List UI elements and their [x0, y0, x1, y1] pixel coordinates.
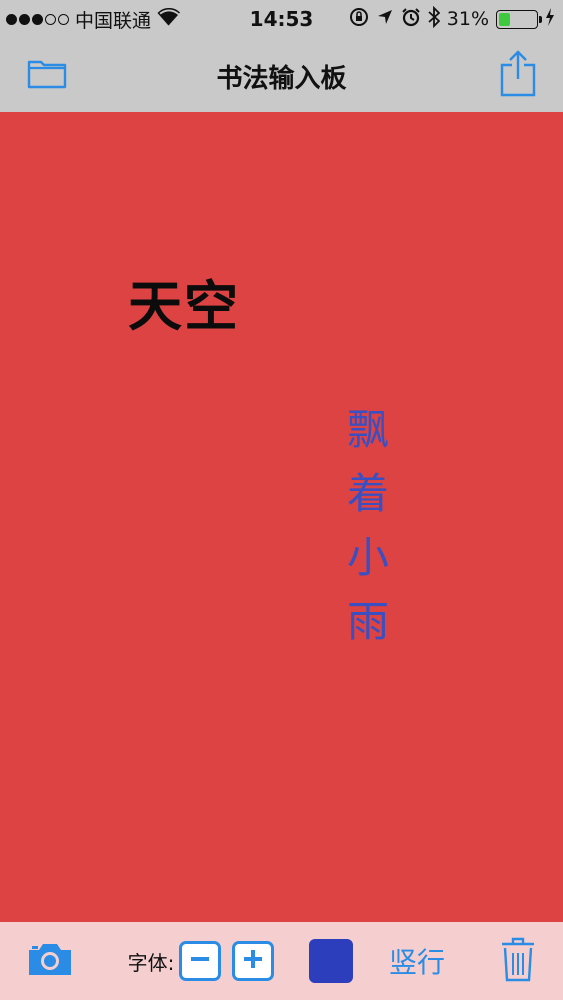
bottom-toolbar: 字体: 竖行: [0, 922, 563, 1000]
decrease-font-button[interactable]: [178, 922, 222, 1000]
horizontal-calligraphy-text[interactable]: 天空: [128, 262, 240, 341]
delete-button[interactable]: [494, 922, 542, 1000]
increase-font-frame: [232, 941, 274, 981]
orientation-button[interactable]: 竖行: [384, 922, 450, 1000]
font-size-label-text: 字体:: [127, 950, 175, 975]
font-size-label: 字体:: [124, 922, 178, 1000]
camera-button[interactable]: [22, 922, 78, 1000]
share-button[interactable]: [495, 49, 541, 101]
battery-level: [499, 12, 511, 26]
increase-font-button[interactable]: [231, 922, 275, 1000]
battery-percent: 31%: [446, 8, 489, 30]
status-bar-right: 31%: [349, 0, 555, 38]
camera-icon: [26, 941, 74, 981]
ink-color-swatch: [309, 939, 353, 983]
share-icon: [499, 49, 537, 101]
decrease-font-frame: [179, 941, 221, 981]
orientation-label: 竖行: [388, 946, 445, 979]
status-bar: 中国联通 14:53 31%: [0, 0, 563, 38]
battery-icon: [496, 9, 542, 29]
ink-color-button[interactable]: [308, 922, 354, 1000]
trash-icon: [500, 936, 536, 986]
page-title: 书法输入板: [216, 64, 347, 94]
vertical-calligraphy-text[interactable]: 飘着小雨: [340, 398, 396, 654]
alarm-icon: [401, 7, 421, 32]
location-icon: [376, 8, 394, 31]
navigation-bar: 书法输入板: [0, 38, 563, 112]
plus-icon: [241, 947, 265, 975]
rotation-lock-icon: [349, 7, 369, 32]
writing-canvas[interactable]: 天空 飘着小雨: [0, 112, 563, 922]
minus-icon: [188, 947, 212, 975]
bluetooth-icon: [428, 5, 441, 33]
charging-icon: [545, 7, 555, 31]
